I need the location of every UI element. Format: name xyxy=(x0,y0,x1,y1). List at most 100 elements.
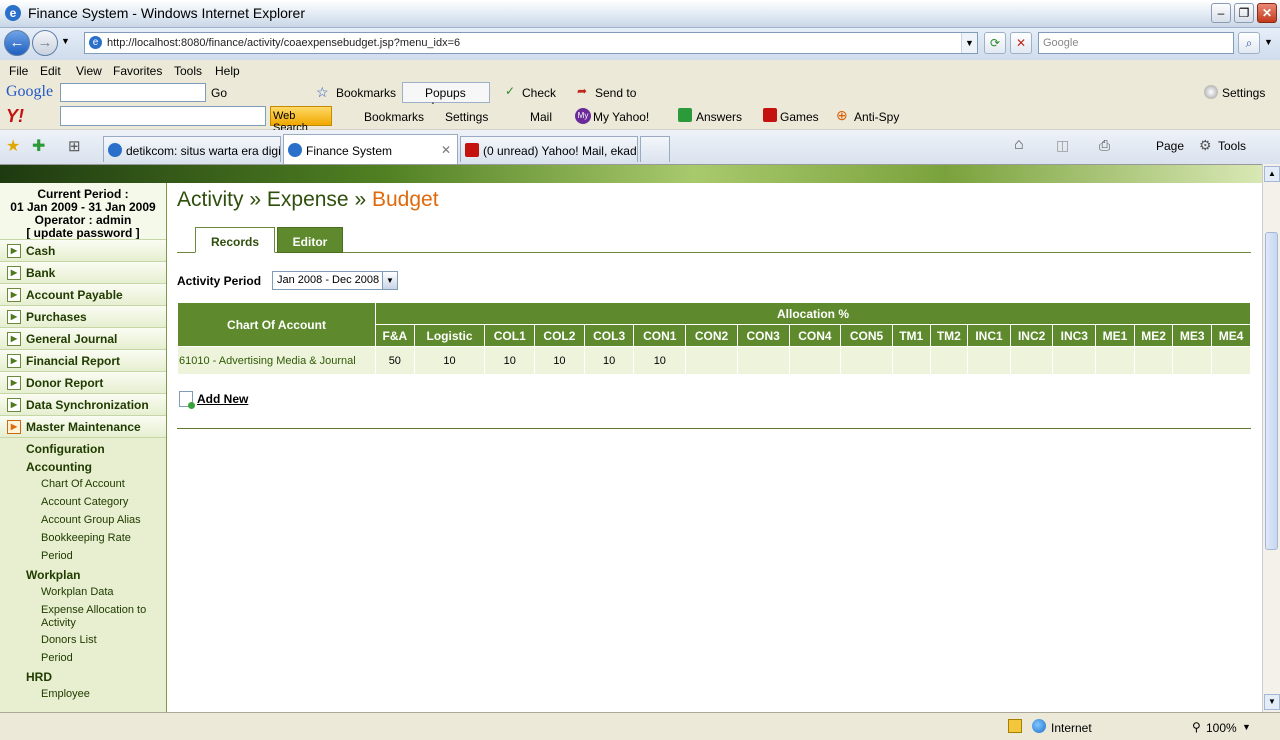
sidebar-item-label: Master Maintenance xyxy=(26,420,141,434)
minimize-button[interactable]: – xyxy=(1211,3,1231,23)
vertical-scrollbar[interactable]: ▲ ▼ xyxy=(1262,164,1280,712)
submenu-accounting[interactable]: Accounting xyxy=(0,460,166,478)
column-header-alloc: CON2 xyxy=(685,324,738,347)
new-tab-button[interactable] xyxy=(640,136,670,162)
yahoo-bookmarks-button[interactable]: Bookmarks xyxy=(364,110,424,124)
send-to-button[interactable]: Send to xyxy=(595,86,636,100)
submenu-employee[interactable]: Employee xyxy=(0,688,166,706)
yahoo-search-input[interactable] xyxy=(60,106,266,126)
address-bar[interactable]: e http://localhost:8080/finance/activity… xyxy=(84,32,978,54)
feeds-icon[interactable]: ◫ xyxy=(1056,137,1069,154)
sidebar-item-bank[interactable]: ▶ Bank xyxy=(0,261,166,283)
google-go-button[interactable]: Go xyxy=(211,86,227,100)
google-search-input[interactable] xyxy=(60,83,206,102)
menu-file[interactable]: File xyxy=(9,64,28,78)
forward-button[interactable]: → xyxy=(32,30,58,56)
refresh-icon[interactable]: ⟳ xyxy=(984,32,1006,54)
submenu-workplan-data[interactable]: Workplan Data xyxy=(0,586,166,604)
scroll-down-icon[interactable]: ▼ xyxy=(1264,694,1280,710)
address-dropdown-icon[interactable]: ▼ xyxy=(961,33,977,53)
scroll-thumb[interactable] xyxy=(1265,232,1278,550)
window-title: Finance System - Windows Internet Explor… xyxy=(28,5,305,21)
menu-favorites[interactable]: Favorites xyxy=(113,64,162,78)
back-button[interactable]: ← xyxy=(4,30,30,56)
zoom-dropdown-icon[interactable]: ▼ xyxy=(1242,722,1251,732)
submenu-account-category[interactable]: Account Category xyxy=(0,496,166,514)
quick-tabs-icon[interactable]: ⊞ xyxy=(68,137,81,155)
sidebar-item-label: General Journal xyxy=(26,332,118,346)
history-dropdown-icon[interactable]: ▼ xyxy=(61,36,70,46)
tab-close-icon[interactable]: ✕ xyxy=(441,143,451,157)
my-yahoo-button[interactable]: My Yahoo! xyxy=(593,110,649,124)
tab-yahoo-mail[interactable]: (0 unread) Yahoo! Mail, ekad... xyxy=(460,136,638,162)
check-button[interactable]: Check xyxy=(522,86,556,100)
menu-help[interactable]: Help xyxy=(215,64,240,78)
breadcrumb-separator: » xyxy=(249,188,262,211)
page-tabs: Records Editor xyxy=(177,227,1251,253)
submenu-chart-of-account[interactable]: Chart Of Account xyxy=(0,478,166,496)
games-button[interactable]: Games xyxy=(780,110,819,124)
submenu-accounting-period[interactable]: Period xyxy=(0,550,166,568)
sidebar-item-data-synchronization[interactable]: ▶ Data Synchronization xyxy=(0,393,166,415)
tab-records[interactable]: Records xyxy=(195,227,275,253)
google-settings-button[interactable]: Settings xyxy=(1222,86,1265,100)
account-cell[interactable]: 61010 - Advertising Media & Journal xyxy=(177,346,376,375)
tools-menu-button[interactable]: Tools xyxy=(1218,139,1246,153)
search-icon[interactable]: ⌕ xyxy=(1238,32,1260,54)
divider xyxy=(177,428,1251,429)
column-header-alloc: CON5 xyxy=(840,324,893,347)
tab-detikcom[interactable]: detikcom: situs warta era digital xyxy=(103,136,281,162)
search-input[interactable]: Google xyxy=(1038,32,1234,54)
submenu-donors-list[interactable]: Donors List xyxy=(0,634,166,652)
sidebar-item-purchases[interactable]: ▶ Purchases xyxy=(0,305,166,327)
mail-button[interactable]: Mail xyxy=(530,110,552,124)
google-bookmarks-button[interactable]: Bookmarks xyxy=(336,86,396,100)
column-header-alloc: ME1 xyxy=(1095,324,1135,347)
page-menu-button[interactable]: Page xyxy=(1156,139,1184,153)
print-icon[interactable]: ⎙ xyxy=(1099,137,1110,154)
activity-period-select[interactable]: Jan 2008 - Dec 2008 ▼ xyxy=(272,271,398,290)
add-new-link[interactable]: Add New xyxy=(179,391,248,409)
tab-favicon-icon xyxy=(108,143,122,157)
expand-arrow-icon: ▶ xyxy=(7,244,21,258)
sidebar-item-master-maintenance[interactable]: ▶ Master Maintenance xyxy=(0,415,166,437)
column-header-allocation: Allocation % xyxy=(375,302,1251,325)
sidebar-item-account-payable[interactable]: ▶ Account Payable xyxy=(0,283,166,305)
submenu-workplan[interactable]: Workplan xyxy=(0,568,166,586)
tab-finance-system[interactable]: Finance System ✕ xyxy=(283,134,458,164)
search-options-icon[interactable]: ▼ xyxy=(1264,37,1273,47)
scroll-up-icon[interactable]: ▲ xyxy=(1264,166,1280,182)
anti-spy-button[interactable]: Anti-Spy xyxy=(854,110,899,124)
menu-view[interactable]: View xyxy=(76,64,102,78)
stop-icon[interactable]: ✕ xyxy=(1010,32,1032,54)
expand-arrow-icon: ▶ xyxy=(7,420,21,434)
submenu-workplan-period[interactable]: Period xyxy=(0,652,166,670)
maximize-button[interactable]: ❐ xyxy=(1234,3,1254,23)
answers-button[interactable]: Answers xyxy=(696,110,742,124)
table-row[interactable]: 61010 - Advertising Media & Journal 50 10 1… xyxy=(177,346,1251,375)
submenu-configuration[interactable]: Configuration xyxy=(0,442,166,460)
favorites-star-icon[interactable]: ★ xyxy=(6,136,20,156)
popups-button[interactable]: Popups okay xyxy=(402,82,490,114)
submenu-account-group-alias[interactable]: Account Group Alias xyxy=(0,514,166,532)
close-button[interactable]: ✕ xyxy=(1257,3,1277,23)
home-icon[interactable]: ⌂ xyxy=(1014,136,1024,154)
add-favorite-icon[interactable]: ✚ xyxy=(32,136,45,156)
security-zone: Internet xyxy=(1051,721,1092,735)
allocation-cell xyxy=(685,346,738,375)
tab-editor[interactable]: Editor xyxy=(277,227,343,253)
zoom-level[interactable]: 100% xyxy=(1206,721,1237,735)
submenu-hrd[interactable]: HRD xyxy=(0,670,166,688)
sidebar-item-financial-report[interactable]: ▶ Financial Report xyxy=(0,349,166,371)
submenu-bookkeeping-rate[interactable]: Bookkeeping Rate xyxy=(0,532,166,550)
breadcrumb-expense: Expense xyxy=(266,188,349,211)
yahoo-settings-button[interactable]: Settings xyxy=(445,110,488,124)
sidebar-item-donor-report[interactable]: ▶ Donor Report xyxy=(0,371,166,393)
sidebar-item-general-journal[interactable]: ▶ General Journal xyxy=(0,327,166,349)
sidebar-item-cash[interactable]: ▶ Cash xyxy=(0,239,166,261)
web-search-button[interactable]: Web Search xyxy=(270,106,332,134)
menu-bar: File Edit View Favorites Tools Help xyxy=(0,60,1280,82)
submenu-expense-allocation[interactable]: Expense Allocation to Activity xyxy=(0,604,166,634)
menu-edit[interactable]: Edit xyxy=(40,64,61,78)
menu-tools[interactable]: Tools xyxy=(174,64,202,78)
